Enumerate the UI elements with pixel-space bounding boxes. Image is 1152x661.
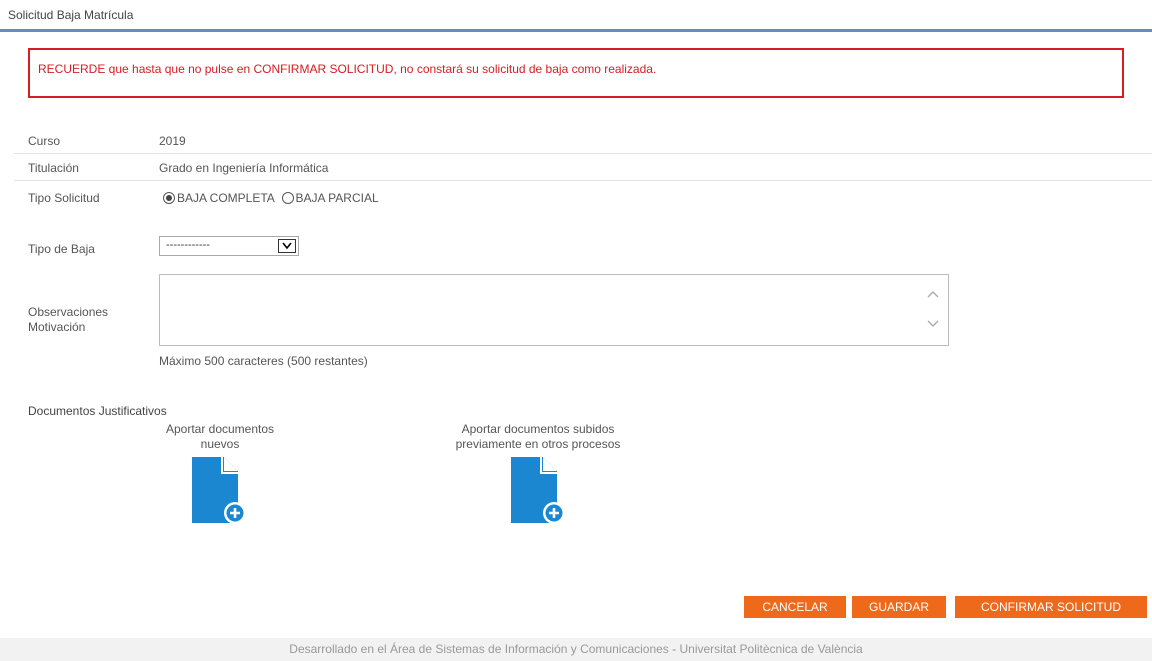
documentos-title: Documentos Justificativos — [28, 404, 167, 418]
char-counter: Máximo 500 caracteres (500 restantes) — [159, 354, 368, 368]
new-docs-label-line2: nuevos — [200, 437, 240, 451]
save-button[interactable]: GUARDAR — [852, 596, 946, 618]
footer-developed-by: Desarrollado en el Área de Sistemas de I… — [289, 642, 669, 656]
observaciones-label: Observaciones Motivación — [28, 305, 108, 335]
titulacion-row: Titulación Grado en Ingeniería Informáti… — [14, 157, 1152, 181]
new-docs-label-line1: Aportar documentos — [165, 422, 275, 436]
confirm-request-button[interactable]: CONFIRMAR SOLICITUD — [955, 596, 1147, 618]
curso-value: 2019 — [159, 134, 186, 148]
tipo-solicitud-options: BAJA COMPLETA BAJA PARCIAL — [163, 191, 379, 205]
scroll-down-icon[interactable] — [926, 317, 940, 331]
previous-docs-label-line1: Aportar documentos subidos — [461, 422, 615, 436]
page-title: Solicitud Baja Matrícula — [8, 8, 134, 22]
footer: Desarrollado en el Área de Sistemas de I… — [0, 638, 1152, 661]
warning-alert: RECUERDE que hasta que no pulse en CONFI… — [28, 48, 1124, 98]
radio-baja-parcial-control[interactable] — [281, 192, 294, 204]
radio-baja-completa-label: BAJA COMPLETA — [177, 191, 275, 205]
add-previous-document-icon[interactable] — [511, 457, 567, 527]
tipo-solicitud-row: Tipo Solicitud BAJA COMPLETA BAJA PARCIA… — [14, 187, 1152, 211]
tipo-solicitud-label: Tipo Solicitud — [28, 191, 100, 205]
radio-baja-parcial-label: BAJA PARCIAL — [295, 191, 379, 205]
tipo-baja-select[interactable]: ------------ — [159, 236, 299, 256]
tipo-baja-row: Tipo de Baja ------------ — [14, 236, 1152, 264]
footer-separator: - — [672, 642, 677, 656]
warning-alert-text: RECUERDE que hasta que no pulse en CONFI… — [38, 62, 657, 76]
observaciones-textarea[interactable] — [159, 274, 949, 346]
titulacion-value: Grado en Ingeniería Informática — [159, 161, 329, 175]
curso-label: Curso — [28, 134, 61, 148]
chevron-down-icon[interactable] — [278, 239, 296, 253]
previous-docs-option[interactable]: Aportar documentos subidos previamente e… — [430, 422, 646, 452]
new-docs-option[interactable]: Aportar documentos nuevos — [140, 422, 300, 452]
titulacion-label: Titulación — [28, 161, 79, 175]
previous-docs-label-line2: previamente en otros procesos — [455, 437, 621, 451]
cancel-button[interactable]: CANCELAR — [744, 596, 846, 618]
observaciones-label-line2: Motivación — [28, 320, 86, 334]
page-header: Solicitud Baja Matrícula — [0, 0, 1152, 32]
tipo-baja-label: Tipo de Baja — [28, 242, 95, 256]
footer-university: Universitat Politècnica de València — [679, 642, 863, 656]
observaciones-label-line1: Observaciones — [28, 305, 109, 319]
tipo-baja-selected: ------------ — [166, 239, 210, 251]
radio-baja-parcial[interactable]: BAJA PARCIAL — [281, 191, 379, 205]
radio-baja-completa-control[interactable] — [163, 192, 175, 204]
add-document-icon[interactable] — [192, 457, 248, 527]
scroll-up-icon[interactable] — [926, 287, 940, 301]
curso-row: Curso 2019 — [14, 134, 1152, 154]
radio-baja-completa[interactable]: BAJA COMPLETA — [163, 191, 278, 205]
